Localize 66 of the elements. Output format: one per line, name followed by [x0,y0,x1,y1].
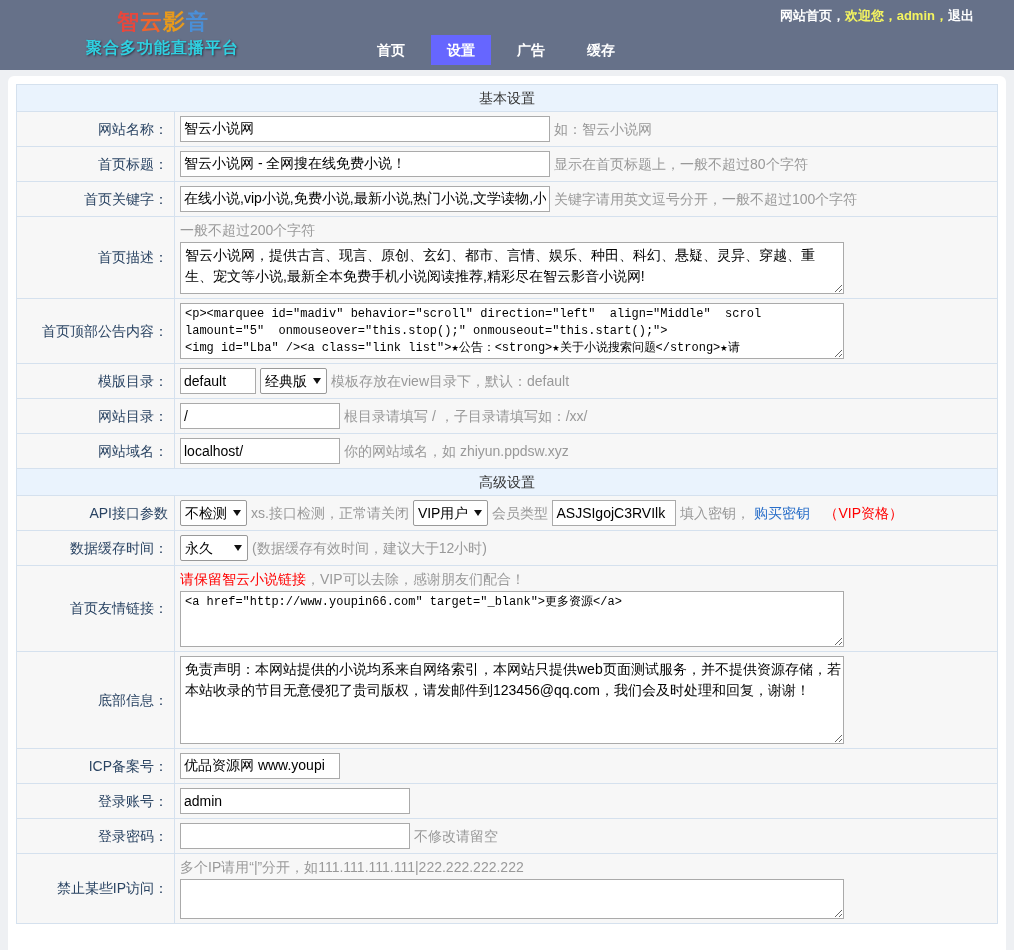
warning-text: 请保留智云小说链接 [180,570,306,588]
nav-tab[interactable]: 首页 [361,35,421,65]
section-header: 高级设置 [16,468,998,496]
text-field[interactable] [180,823,410,849]
text-area[interactable]: 智云小说网，提供古言、现言、原创、玄幻、都市、言情、娱乐、种田、科幻、悬疑、灵异、穿越、重 生、宠文等小说,最新全本免费手机小说阅读推荐,精彩尽在智云影音小说网! [180,242,844,294]
hint-text: 不修改请留空 [414,826,498,846]
hint-text: xs.接口检测，正常请关闭 [251,503,409,523]
dropdown[interactable]: 不检测 [180,500,247,526]
logo-subtitle: 聚合多功能直播平台 [86,38,239,58]
logo-text: 智云影音 [116,8,209,36]
caret-icon [474,510,483,516]
hint-text: (数据缓存有效时间，建议大于12小时) [252,538,487,558]
field-label: 首页标题： [16,146,175,182]
field-label: 底部信息： [16,651,175,749]
field-label: 登录密码： [16,818,175,854]
field-label: 首页顶部公告内容： [16,298,175,364]
hint-text: 关键字请用英文逗号分开，一般不超过100个字符 [554,189,858,209]
dropdown[interactable]: VIP用户 [412,500,489,526]
buy-key-link[interactable]: 购买密钥 [754,502,811,524]
header-link[interactable]: 退出 [948,7,974,25]
hint-text: 根目录请填写 / ，子目录请填写如：/xx/ [344,406,588,426]
nav-tab[interactable]: 缓存 [571,35,631,65]
text-area[interactable]: <p><marquee id="madiv" behavior="scroll" direction="left" align="Middle" scrol lamount="5" onmouseover="this.stop();" onmouseout="this.start();"> <img id="Lba" /><a class="link list">★公告：<strong>★关于小说搜索问题</strong>★请 [180,303,844,359]
section-header: 基本设置 [16,84,998,112]
field-label: ICP备案号： [16,748,175,784]
hint-text: 模板存放在view目录下，默认：default [331,371,570,391]
text-field[interactable]: default [180,368,256,394]
text-field[interactable]: ASJSIgojC3RVIlk [552,500,677,526]
text-field[interactable]: 智云小说网 - 全网搜在线免费小说！ [180,151,550,177]
field-label: 网站域名： [16,433,175,469]
caret-icon [233,510,241,516]
nav-tab[interactable]: 广告 [501,35,561,65]
header-link[interactable]: 网站首页， [779,7,845,25]
text-field[interactable]: 优品资源网 www.youpi [180,753,340,779]
text-field[interactable]: / [180,403,340,429]
text-area[interactable]: 免责声明：本网站提供的小说均系来自网络索引，本网站只提供web页面测试服务，并不提供资源存储，若 本站收录的节目无意侵犯了贵司版权，请发邮件到123456@qq.com，我们会及时处理和回复，谢谢！ [180,656,844,744]
warning-text: （VIP资格） [824,503,904,523]
hint-text: 显示在首页标题上，一般不超过80个字符 [554,154,808,174]
hint-text: 多个IP请用“|”分开，如111.111.111.111|222.222.222.222 [180,858,524,876]
text-field[interactable]: admin [180,788,410,814]
field-label: 模版目录： [16,363,175,399]
hint-text: 你的网站域名，如 zhiyun.ppdsw.xyz [344,441,569,461]
hint-text: 会员类型 [492,503,549,523]
field-label: 数据缓存时间： [16,530,175,566]
hint-text: 一般不超过200个字符 [180,221,316,239]
hint-text: 如：智云小说网 [554,119,652,139]
field-label: 网站目录： [16,398,175,434]
hint-text: ，VIP可以去除，感谢朋友们配合！ [306,570,525,588]
text-field[interactable]: 智云小说网 [180,116,550,142]
field-label: 禁止某些IP访问： [16,853,175,924]
field-label: 首页描述： [16,216,175,299]
field-label: 首页友情链接： [16,565,175,652]
caret-icon [313,378,321,384]
dropdown[interactable]: 永久 [180,535,248,561]
text-area[interactable]: <a href="http://www.youpin66.com" target="_blank">更多资源</a> [180,591,844,647]
welcome-text: 欢迎您，admin， [844,7,948,25]
text-field[interactable]: localhost/ [180,438,340,464]
field-label: 登录账号： [16,783,175,819]
text-area[interactable] [180,879,844,919]
field-label: API接口参数 [16,495,175,531]
hint-text: 填入密钥， [680,503,751,523]
field-label: 首页关键字： [16,181,175,217]
dropdown[interactable]: 经典版 [260,368,327,394]
nav-tab[interactable]: 设置 [431,35,491,65]
field-label: 网站名称： [16,111,175,147]
caret-icon [234,545,242,551]
